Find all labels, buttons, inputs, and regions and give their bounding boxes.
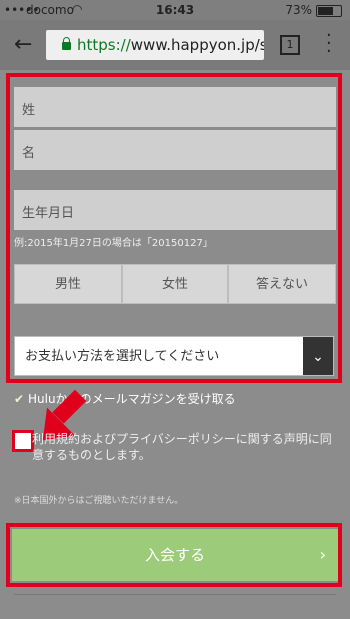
- terms-label: 利用規約およびプライバシーポリシーに関する声明に同意するものとします。: [32, 432, 332, 462]
- checkmark-icon: ✔: [14, 392, 25, 406]
- url-host: www.happyon.jp/s: [130, 36, 264, 54]
- lock-icon: [62, 37, 71, 50]
- tab-switcher-button[interactable]: 1: [280, 35, 300, 55]
- join-button[interactable]: 入会する ›: [12, 529, 338, 581]
- chevron-right-icon: ›: [319, 545, 326, 564]
- url-scheme: https://: [77, 36, 131, 54]
- back-arrow-icon[interactable]: ←: [14, 32, 32, 57]
- region-note: ※日本国外からはご視聴いただけません。: [14, 496, 184, 506]
- divider: [14, 594, 336, 595]
- battery-icon: [316, 5, 342, 17]
- overflow-menu-icon[interactable]: · · ·: [326, 27, 332, 61]
- browser-toolbar: ← https://www.happyon.jp/s 1 · · ·: [0, 20, 350, 70]
- status-bar: ••••• docomo ◠ 16:43 73%: [0, 0, 350, 20]
- address-bar[interactable]: https://www.happyon.jp/s: [46, 30, 264, 60]
- join-button-label: 入会する: [144, 546, 205, 564]
- newsletter-row[interactable]: ✔ Huluからのメールマガジンを受け取る: [14, 390, 236, 407]
- terms-checkbox[interactable]: [12, 430, 34, 452]
- form-highlight-box: [6, 73, 342, 383]
- battery-percent: 73%: [285, 3, 312, 17]
